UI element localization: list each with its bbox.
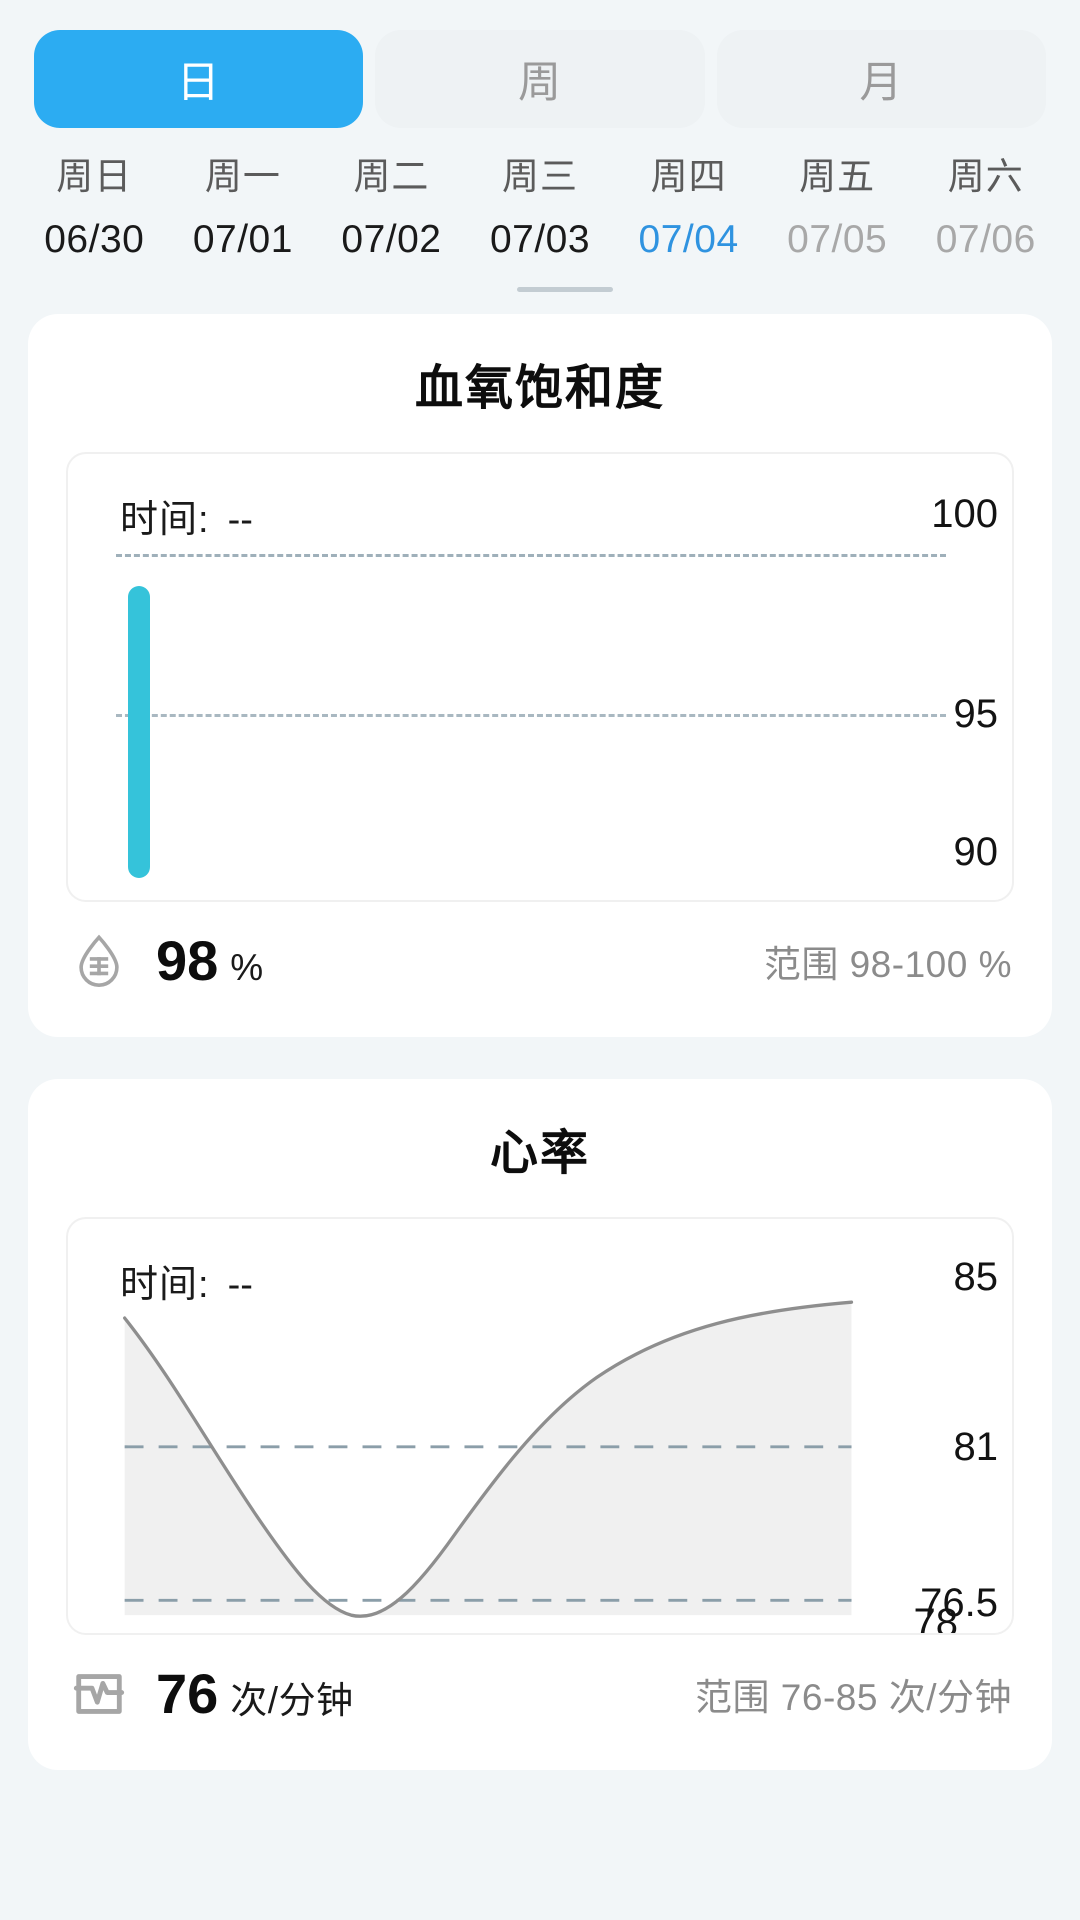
weekday-row: 周日 周一 周二 周三 周四 周五 周六 bbox=[20, 150, 1060, 204]
date-label: 07/04 bbox=[638, 218, 739, 261]
spo2-time-readout: 时间: -- bbox=[120, 488, 253, 543]
hr-ytick-85: 85 bbox=[953, 1255, 999, 1299]
weekday-label: 周四 bbox=[650, 156, 727, 197]
blood-drop-icon bbox=[68, 930, 130, 992]
selected-date-underline bbox=[517, 286, 613, 292]
weekday-label: 周一 bbox=[204, 156, 281, 197]
heart-rate-value: 76 bbox=[156, 1662, 219, 1725]
tab-month[interactable]: 月 bbox=[716, 30, 1046, 128]
weekday-label: 周五 bbox=[799, 156, 876, 197]
date-cell-07-06[interactable]: 07/06 bbox=[911, 204, 1060, 276]
spo2-ytick-95: 95 bbox=[953, 692, 999, 736]
spo2-value: 98 bbox=[156, 929, 219, 992]
date-label: 07/03 bbox=[489, 218, 591, 261]
date-label: 07/01 bbox=[192, 218, 293, 261]
spo2-summary-row: 98 % 范围 98-100 % bbox=[28, 902, 1052, 1037]
heart-rate-current-value: 76 次/分钟 bbox=[156, 1661, 354, 1726]
tab-week[interactable]: 周 bbox=[375, 30, 705, 128]
heart-rate-range-label: 范围 76-85 次/分钟 bbox=[695, 1676, 1012, 1718]
weekday-cell: 周二 bbox=[317, 150, 466, 204]
weekday-cell: 周三 bbox=[466, 150, 615, 204]
date-label: 07/06 bbox=[935, 218, 1036, 261]
spo2-gridline-100 bbox=[116, 554, 946, 557]
health-detail-screen: 日 周 月 周日 周一 周二 周三 周四 周五 周六 06/30 07/01 0… bbox=[0, 0, 1080, 1920]
date-cell-07-03[interactable]: 07/03 bbox=[466, 204, 615, 276]
date-label: 06/30 bbox=[44, 218, 145, 261]
spo2-card-title: 血氧饱和度 bbox=[414, 362, 665, 415]
date-cell-07-02[interactable]: 07/02 bbox=[317, 204, 466, 276]
week-date-selector: 周日 周一 周二 周三 周四 周五 周六 06/30 07/01 07/02 0… bbox=[0, 128, 1080, 276]
weekday-label: 周六 bbox=[947, 156, 1024, 197]
date-label: 07/02 bbox=[341, 218, 442, 261]
date-cell-07-01[interactable]: 07/01 bbox=[169, 204, 318, 276]
hr-ytick-81: 81 bbox=[953, 1425, 999, 1469]
date-cell-06-30[interactable]: 06/30 bbox=[20, 204, 169, 276]
spo2-time-label: 时间: bbox=[120, 499, 210, 541]
spo2-chart[interactable]: 时间: -- 100 95 90 bbox=[66, 452, 1014, 902]
date-cell-07-04-selected[interactable]: 07/04 bbox=[614, 204, 763, 276]
heart-rate-chart[interactable]: 时间: -- 85 81 76.5 78 bbox=[66, 1217, 1014, 1635]
spo2-current-value: 98 % bbox=[156, 928, 264, 993]
hr-ytick-78: 78 bbox=[913, 1601, 959, 1635]
weekday-cell: 周五 bbox=[763, 150, 912, 204]
spo2-value-bar[interactable] bbox=[128, 586, 150, 878]
heart-rate-card-title: 心率 bbox=[489, 1127, 590, 1180]
spo2-ytick-90: 90 bbox=[953, 830, 999, 874]
heart-rate-card: 心率 时间: -- 85 81 76.5 78 76 次/分钟 范围 76-85… bbox=[28, 1079, 1052, 1770]
spo2-gridline-95 bbox=[116, 714, 946, 717]
spo2-unit: % bbox=[230, 947, 264, 988]
tab-day[interactable]: 日 bbox=[34, 30, 364, 128]
selected-date-indicator-wrap bbox=[0, 276, 1080, 302]
weekday-cell: 周六 bbox=[911, 150, 1060, 204]
spo2-range-label: 范围 98-100 % bbox=[763, 943, 1012, 985]
heart-monitor-icon bbox=[68, 1663, 130, 1725]
date-row: 06/30 07/01 07/02 07/03 07/04 07/05 07/0… bbox=[20, 204, 1060, 276]
date-cell-07-05[interactable]: 07/05 bbox=[763, 204, 912, 276]
weekday-label: 周日 bbox=[56, 156, 133, 197]
weekday-cell: 周一 bbox=[169, 150, 318, 204]
weekday-cell: 周日 bbox=[20, 150, 169, 204]
weekday-cell: 周四 bbox=[614, 150, 763, 204]
weekday-label: 周三 bbox=[502, 156, 579, 197]
period-tabbar: 日 周 月 bbox=[0, 0, 1080, 128]
heart-rate-unit: 次/分钟 bbox=[230, 1680, 354, 1721]
heart-rate-summary-row: 76 次/分钟 范围 76-85 次/分钟 bbox=[28, 1635, 1052, 1770]
weekday-label: 周二 bbox=[353, 156, 430, 197]
heart-rate-curve bbox=[123, 1300, 854, 1618]
spo2-card: 血氧饱和度 时间: -- 100 95 90 98 % 范围 98-100 % bbox=[28, 314, 1052, 1037]
spo2-ytick-100: 100 bbox=[931, 492, 998, 536]
spo2-time-value: -- bbox=[227, 499, 253, 541]
date-label: 07/05 bbox=[787, 218, 888, 261]
